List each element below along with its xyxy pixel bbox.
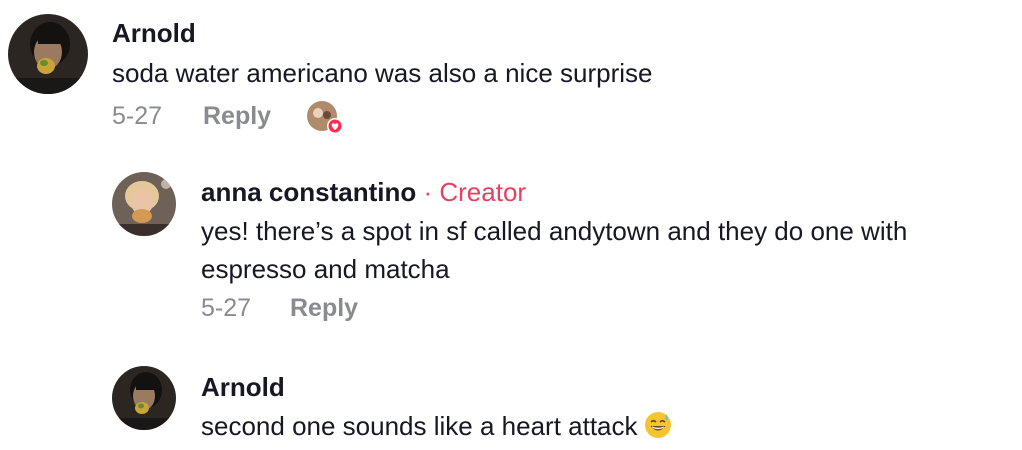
reply-button[interactable]: Reply — [203, 102, 271, 131]
comment-reply: Arnold second one sounds like a heart at… — [0, 356, 1022, 450]
comment-author[interactable]: Arnold — [201, 372, 285, 403]
comment-text: soda water americano was also a nice sur… — [112, 58, 653, 88]
comment-text: yes! there’s a spot in sf called andytow… — [201, 216, 908, 284]
creator-badge: · Creator — [423, 177, 527, 207]
comment-top-level: Arnold soda water americano was also a n… — [0, 0, 1022, 150]
comment-author[interactable]: Arnold — [112, 18, 196, 49]
grinning-sweat-emoji-icon — [644, 411, 672, 439]
avatar-anna-constantino[interactable] — [112, 172, 176, 236]
avatar-arnold[interactable] — [112, 366, 176, 430]
comment-text: second one sounds like a heart attack — [201, 407, 1016, 445]
reply-button[interactable]: Reply — [290, 294, 358, 323]
comment-date: 5-27 — [112, 102, 163, 130]
comment-author: anna constantino · Creator — [201, 177, 526, 208]
comment-reply: anna constantino · Creator yes! there’s … — [0, 160, 1022, 340]
author-name[interactable]: anna constantino — [201, 177, 416, 207]
avatar-arnold[interactable] — [8, 14, 88, 94]
comment-date: 5-27 — [201, 294, 252, 322]
creator-liked-indicator — [307, 101, 343, 134]
comment-text-content: second one sounds like a heart attack — [201, 411, 638, 441]
